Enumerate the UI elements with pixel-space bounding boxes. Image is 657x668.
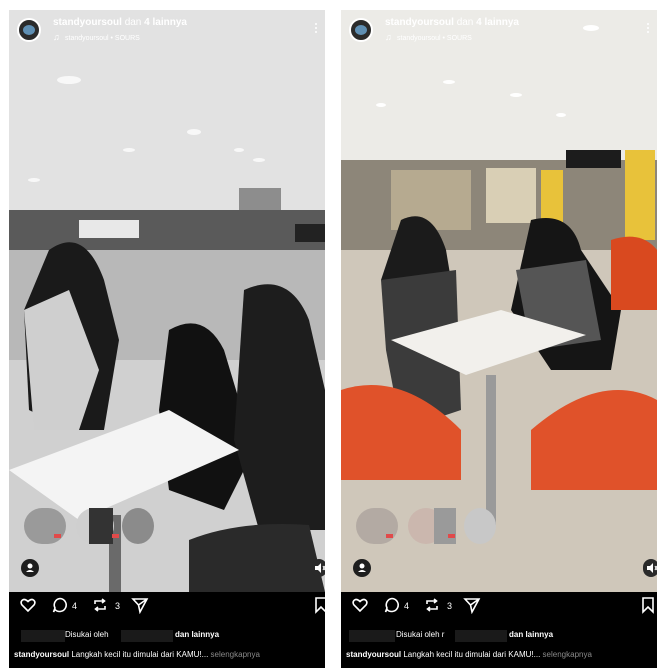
- caption-text: Langkah kecil itu dimulai dari KAMU!...: [71, 650, 209, 659]
- music-label: standyoursoul • SOURS: [65, 35, 140, 42]
- post-video-left[interactable]: [9, 10, 325, 592]
- action-bar: 4 3: [341, 592, 657, 626]
- liked-by-suffix: dan lainnya: [175, 630, 220, 639]
- comment-icon[interactable]: [51, 596, 69, 614]
- avatar[interactable]: [17, 18, 41, 42]
- collab-label[interactable]: 4 lainnya: [476, 17, 519, 28]
- redacted-avatars: [349, 630, 395, 642]
- reel-post-left: standyoursoul dan 4 lainnya ♫ standyourso…: [9, 10, 325, 668]
- bookmark-icon[interactable]: [639, 596, 657, 614]
- post-header: standyoursoul dan 4 lainnya ♫ standyourso…: [341, 10, 657, 50]
- music-note-icon: ♫: [53, 32, 60, 42]
- bookmark-icon[interactable]: [312, 596, 325, 614]
- redacted-thumbnails: [24, 502, 154, 550]
- user-tag-icon[interactable]: [21, 559, 39, 577]
- redacted-username: [455, 630, 507, 642]
- username-suffix: dan: [124, 17, 142, 28]
- collab-label[interactable]: 4 lainnya: [144, 17, 187, 28]
- redacted-thumbnails: [356, 502, 496, 550]
- more-vertical-icon[interactable]: [314, 22, 318, 36]
- liked-by-prefix: Disukai oleh r: [396, 630, 445, 639]
- repost-count: 3: [115, 601, 121, 611]
- see-more-link[interactable]: selengkapnya: [211, 650, 260, 659]
- comment-count: 4: [72, 601, 78, 611]
- redacted-username: [121, 630, 173, 642]
- action-bar: 4 3: [9, 592, 325, 626]
- music-note-icon: ♫: [385, 32, 392, 42]
- repost-icon[interactable]: [423, 596, 441, 614]
- post-header: standyoursoul dan 4 lainnya ♫ standyourso…: [9, 10, 325, 50]
- caption-text: Langkah kecil itu dimulai dari KAMU!...: [403, 650, 541, 659]
- heart-icon[interactable]: [19, 596, 37, 614]
- user-tag-icon[interactable]: [353, 559, 371, 577]
- post-author[interactable]: standyoursoul dan 4 lainnya: [385, 17, 519, 28]
- liked-by-suffix: dan lainnya: [509, 630, 554, 639]
- comment-icon[interactable]: [383, 596, 401, 614]
- liked-by-prefix: Disukai oleh: [65, 630, 109, 639]
- caption[interactable]: standyoursoul Langkah kecil itu dimulai …: [346, 650, 657, 659]
- avatar[interactable]: [349, 18, 373, 42]
- send-icon[interactable]: [131, 596, 149, 614]
- likes-summary[interactable]: Disukai oleh r dan lainnya: [341, 630, 657, 644]
- music-info[interactable]: ♫ standyoursoul • SOURS: [53, 32, 140, 42]
- likes-summary[interactable]: Disukai oleh dan lainnya: [9, 630, 325, 644]
- speaker-mute-icon[interactable]: [643, 559, 657, 577]
- redacted-avatars: [21, 630, 65, 642]
- send-icon[interactable]: [463, 596, 481, 614]
- comment-count: 4: [404, 601, 410, 611]
- repost-icon[interactable]: [91, 596, 109, 614]
- speaker-mute-icon[interactable]: [311, 559, 325, 577]
- caption-username[interactable]: standyoursoul: [346, 650, 401, 659]
- post-author[interactable]: standyoursoul dan 4 lainnya: [53, 17, 187, 28]
- music-label: standyoursoul • SOURS: [397, 35, 472, 42]
- more-vertical-icon[interactable]: [646, 22, 650, 36]
- see-more-link[interactable]: selengkapnya: [543, 650, 592, 659]
- caption-username[interactable]: standyoursoul: [14, 650, 69, 659]
- music-info[interactable]: ♫ standyoursoul • SOURS: [385, 32, 472, 42]
- post-video-right[interactable]: [341, 10, 657, 592]
- heart-icon[interactable]: [351, 596, 369, 614]
- username[interactable]: standyoursoul: [385, 17, 454, 28]
- repost-count: 3: [447, 601, 453, 611]
- username-suffix: dan: [456, 17, 474, 28]
- username[interactable]: standyoursoul: [53, 17, 122, 28]
- reel-post-right: standyoursoul dan 4 lainnya ♫ standyourso…: [341, 10, 657, 668]
- caption[interactable]: standyoursoul Langkah kecil itu dimulai …: [14, 650, 325, 659]
